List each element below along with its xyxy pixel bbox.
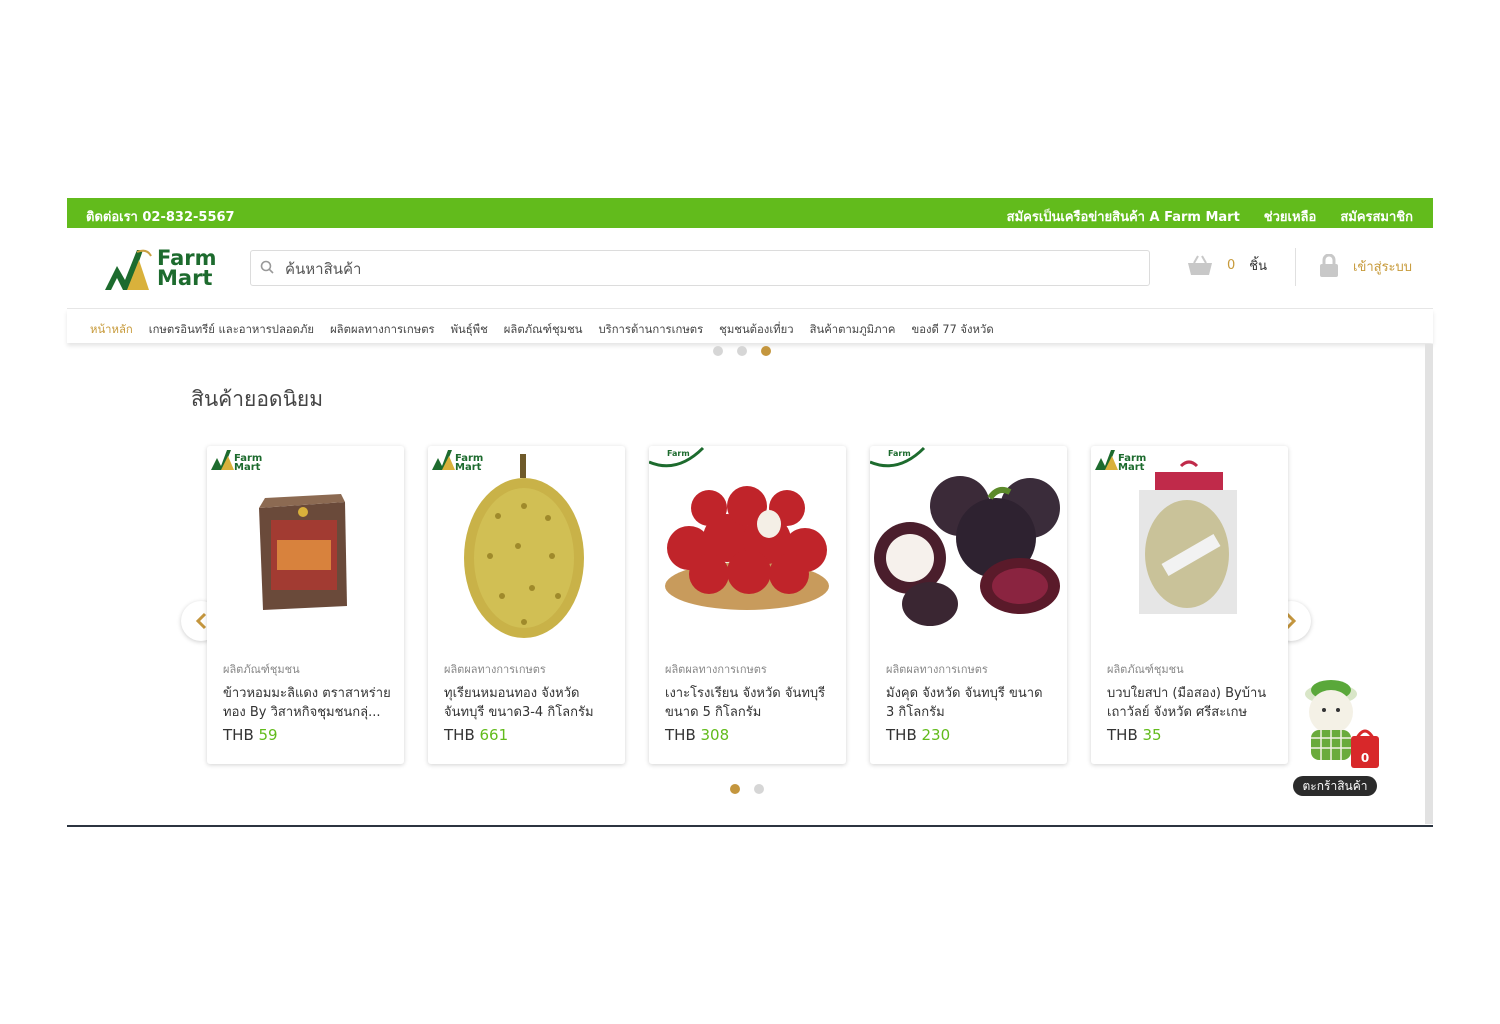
header: Farm Mart 0 ชิ้น เข้าสู่ระบ [67,228,1433,309]
product-name[interactable]: ข้าวหอมมะลิแดง ตราสาหร่ายทอง By วิสาหกิจ… [223,684,391,722]
logo-line-2: Mart [157,266,213,290]
nav-item-77-provinces[interactable]: ของดี 77 จังหวัด [911,320,993,338]
product-card[interactable]: Farm ผลิตผลทางการเกษตร เงาะโรงเรียน จังห… [649,446,846,764]
cart-unit: ชิ้น [1249,258,1267,274]
price-currency: THB [444,726,475,744]
logo-text: Farm Mart [157,246,217,290]
product-price: THB 661 [444,726,508,744]
price-value: 35 [1142,726,1162,744]
help-link[interactable]: ช่วยเหลือ [1264,206,1317,227]
join-network-link[interactable]: สมัครเป็นเครือข่ายสินค้า A Farm Mart [1007,206,1240,227]
product-name[interactable]: เงาะโรงเรียน จังหวัด จันทบุรี ขนาด 5 กิโ… [665,684,833,722]
product-image-rice: Farm Mart [207,446,404,646]
products-dot-active[interactable] [730,784,740,794]
product-category: ผลิตภัณฑ์ชุมชน [223,663,300,676]
price-value: 230 [921,726,951,744]
price-currency: THB [223,726,254,744]
product-price: THB 308 [665,726,729,744]
login-label: เข้าสู่ระบบ [1353,259,1413,275]
farm-mart-logo[interactable]: Farm Mart [103,246,223,294]
contact-phone[interactable]: ติดต่อเรา 02-832-5567 [86,206,235,227]
lock-icon [1320,254,1338,277]
svg-text:Farm: Farm [888,449,911,458]
product-category: ผลิตผลทางการเกษตร [886,663,988,676]
product-category: ผลิตภัณฑ์ชุมชน [1107,663,1184,676]
product-card[interactable]: Farm Mart ผลิตภัณฑ์ชุมชน บวบใยสปา (มือสอง… [1091,446,1288,764]
price-currency: THB [1107,726,1138,744]
price-value: 661 [479,726,509,744]
product-name[interactable]: ทุเรียนหมอนทอง จังหวัดจันทบุรี ขนาด3-4 ก… [444,684,612,722]
mascot-icon: 0 [1305,680,1379,768]
logo-line-1: Farm [157,246,217,270]
header-cart[interactable]: 0 ชิ้น [1187,254,1267,276]
price-value: 59 [258,726,278,744]
basket-icon [1188,255,1212,275]
section-title: สินค้ายอดนิยม [191,387,324,411]
floating-cart-count: 0 [1361,751,1369,765]
product-card[interactable]: Farm Mart ผลิตผลทางการเกษตร ทุเรียนหมอนทอ… [428,446,625,764]
svg-text:Farm: Farm [667,449,690,458]
product-category: ผลิตผลทางการเกษตร [665,663,767,676]
nav-item-agri-services[interactable]: บริการด้านการเกษตร [598,320,703,338]
product-name[interactable]: บวบใยสปา (มือสอง) Byบ้านเถาวัลย์ จังหวัด… [1107,684,1275,722]
svg-text:Mart: Mart [455,462,482,473]
products-pagination [730,784,764,794]
page-frame: ติดต่อเรา 02-832-5567 สมัครเป็นเครือข่าย… [67,198,1433,827]
product-card[interactable]: Farm ผลิตผลทางการเกษตร มังคุด จังหวัด จั… [870,446,1067,764]
banner-dot[interactable] [737,346,747,356]
product-category: ผลิตผลทางการเกษตร [444,663,546,676]
search-box [250,250,1150,286]
nav-item-community-travel[interactable]: ชุมชนต้องเที่ยว [719,320,793,338]
product-image-mangosteen: Farm [870,446,1067,646]
banner-dot[interactable] [713,346,723,356]
top-links: สมัครเป็นเครือข่ายสินค้า A Farm Mart ช่ว… [1007,206,1413,227]
header-divider [1295,248,1296,286]
product-name[interactable]: มังคุด จังหวัด จันทบุรี ขนาด 3 กิโลกรัม [886,684,1054,722]
main-nav: หน้าหลัก เกษตรอินทรีย์ และอาหารปลอดภัย ผ… [67,309,1433,343]
product-card[interactable]: Farm Mart ผลิตภัณฑ์ชุมชน ข้าวหอมมะลิแดง ต… [207,446,404,764]
product-price: THB 35 [1107,726,1162,744]
login-link[interactable]: เข้าสู่ระบบ [1319,254,1412,278]
chevron-left-icon [195,612,207,630]
search-input[interactable] [283,255,1137,283]
svg-text:Mart: Mart [234,462,261,473]
product-image-loofah: Farm Mart [1091,446,1288,646]
nav-item-community-products[interactable]: ผลิตภัณฑ์ชุมชน [504,320,583,338]
top-bar: ติดต่อเรา 02-832-5567 สมัครเป็นเครือข่าย… [67,198,1433,228]
search-icon [260,260,274,274]
nav-item-plants[interactable]: พันธุ์พืช [451,320,488,338]
product-image-durian: Farm Mart [428,446,625,646]
banner-dot-active[interactable] [761,346,771,356]
nav-item-regional[interactable]: สินค้าตามภูมิภาค [810,320,896,338]
scrollbar[interactable] [1425,344,1433,824]
svg-text:Mart: Mart [1118,462,1145,473]
banner-pagination [713,346,771,356]
nav-item-organic[interactable]: เกษตรอินทรีย์ และอาหารปลอดภัย [149,320,314,338]
price-currency: THB [665,726,696,744]
product-image-rambutan: Farm [649,446,846,646]
logo-mark-icon [105,249,152,290]
price-currency: THB [886,726,917,744]
product-price: THB 230 [886,726,950,744]
register-link[interactable]: สมัครสมาชิก [1340,206,1413,227]
floating-cart-label[interactable]: ตะกร้าสินค้า [1293,776,1377,796]
products-dot[interactable] [754,784,764,794]
price-value: 308 [700,726,730,744]
product-price: THB 59 [223,726,278,744]
nav-item-agri-produce[interactable]: ผลิตผลทางการเกษตร [330,320,435,338]
cart-count: 0 [1227,257,1236,273]
nav-item-home[interactable]: หน้าหลัก [90,320,133,338]
